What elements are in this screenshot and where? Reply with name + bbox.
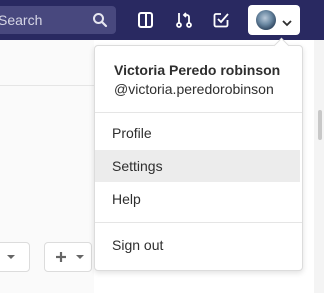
menu-item-label: Profile — [112, 125, 152, 141]
scrollbar[interactable] — [314, 40, 324, 293]
search-box[interactable]: Search — [0, 6, 116, 34]
merge-requests-icon[interactable] — [174, 10, 194, 30]
user-menu-button[interactable] — [248, 5, 300, 35]
dropdown-arrow — [273, 37, 290, 54]
scrollbar-thumb[interactable] — [318, 110, 322, 140]
todos-icon[interactable] — [211, 10, 231, 30]
divider — [0, 85, 94, 86]
menu-item-help[interactable]: Help — [95, 183, 300, 215]
sidebar-toggle-icon[interactable] — [136, 10, 156, 30]
user-dropdown-menu: Victoria Peredo robinson @victoria.pered… — [94, 37, 303, 271]
avatar — [256, 10, 276, 30]
menu-item-label: Help — [112, 191, 141, 207]
menu-item-label: Sign out — [112, 237, 164, 253]
dropdown-button[interactable] — [0, 242, 30, 272]
menu-item-profile[interactable]: Profile — [95, 117, 300, 149]
user-handle: @victoria.peredorobinson — [114, 81, 274, 97]
divider — [95, 222, 302, 223]
menu-item-sign-out[interactable]: Sign out — [95, 229, 300, 261]
search-icon[interactable] — [92, 12, 108, 33]
top-navbar: Search — [0, 0, 324, 40]
add-dropdown-button[interactable] — [44, 242, 92, 272]
menu-item-settings[interactable]: Settings — [95, 150, 300, 182]
user-full-name: Victoria Peredo robinson — [114, 62, 281, 78]
divider — [95, 112, 302, 113]
menu-item-label: Settings — [112, 158, 163, 174]
chevron-down-icon — [281, 15, 293, 33]
